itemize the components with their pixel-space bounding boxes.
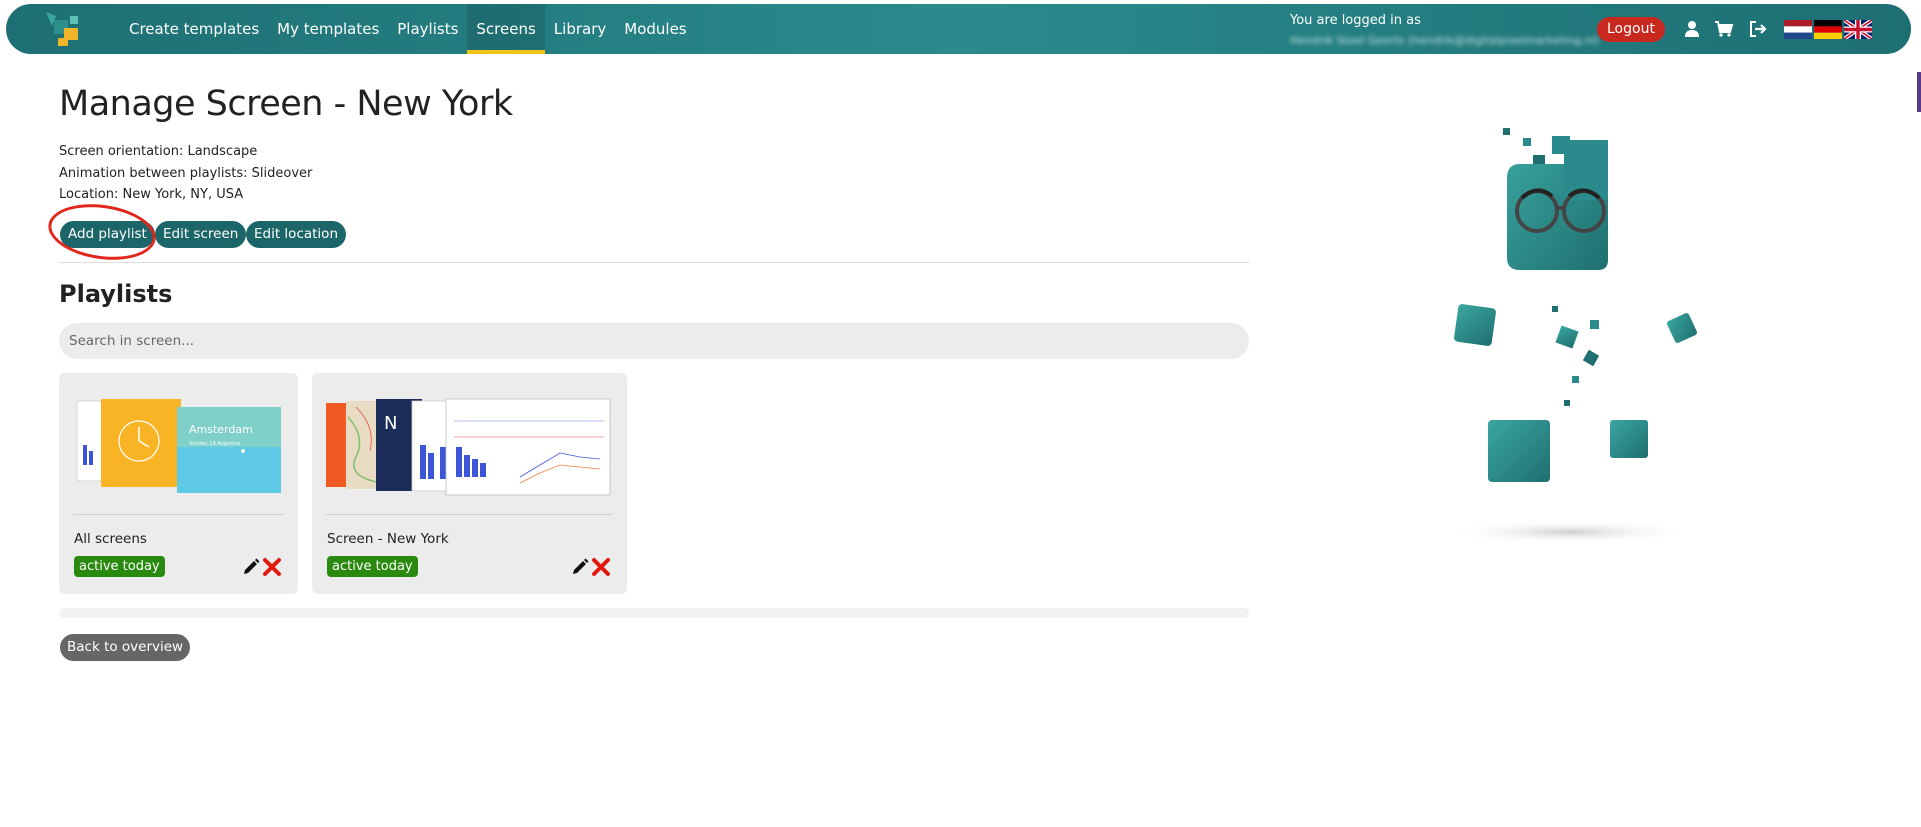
edit-location-button[interactable]: Edit location [246,221,346,248]
login-info: You are logged in as Hendrik Stoel Geert… [1290,13,1599,47]
playlist-thumbnail[interactable]: Amsterdam Sunday 19 Augustus [73,387,285,497]
screen-location: Location: New York, NY, USA [59,187,244,202]
playlists-heading: Playlists [59,280,173,308]
nav-modules[interactable]: Modules [615,4,695,54]
login-user: Hendrik Stoel Geerts (hendrik@digitalpix… [1290,34,1599,47]
cart-icon[interactable] [1714,19,1734,39]
flag-nl-icon[interactable] [1784,20,1812,39]
user-icon[interactable] [1682,19,1702,39]
nav-playlists[interactable]: Playlists [388,4,467,54]
card-separator [73,514,284,515]
back-to-overview-button[interactable]: Back to overview [60,634,191,661]
login-label: You are logged in as [1290,13,1421,28]
add-playlist-button[interactable]: Add playlist [60,221,155,248]
thumbnail-title: N [384,413,397,434]
playlist-name: All screens [74,531,147,547]
playlist-card-screen-new-york[interactable]: N Screen - New York active today [312,373,627,594]
sign-out-icon[interactable] [1748,19,1768,39]
bottom-divider-bar [59,608,1249,618]
thumbnail-subtitle: Sunday 19 Augustus [189,441,241,447]
edit-screen-button[interactable]: Edit screen [155,221,247,248]
nav-my-templates[interactable]: My templates [268,4,388,54]
flag-uk-icon[interactable] [1844,20,1872,39]
page-title: Manage Screen - New York [59,84,513,124]
search-input[interactable] [59,323,1249,359]
thumbnail-title: Amsterdam [189,423,253,436]
top-navbar: Create templates My templates Playlists … [6,4,1911,54]
side-edge-mark [1917,72,1921,112]
section-divider [59,262,1249,263]
main-nav: Create templates My templates Playlists … [120,4,696,54]
app-logo[interactable] [42,8,86,50]
status-badge: active today [327,556,418,577]
delete-cross-icon[interactable] [262,557,282,577]
nav-library[interactable]: Library [545,4,615,54]
edit-pencil-icon[interactable] [241,557,261,577]
edit-pencil-icon[interactable] [570,557,590,577]
nav-create-templates[interactable]: Create templates [120,4,268,54]
logout-button[interactable]: Logout [1597,17,1665,42]
flag-de-icon[interactable] [1814,20,1842,39]
playlist-card-all-screens[interactable]: Amsterdam Sunday 19 Augustus All screens… [59,373,298,594]
delete-cross-icon[interactable] [591,557,611,577]
mascot-illustration [1445,128,1697,544]
status-badge: active today [74,556,165,577]
playlist-thumbnail[interactable]: N [326,387,614,497]
nav-screens[interactable]: Screens [467,4,546,54]
screen-animation: Animation between playlists: Slideover [59,166,313,181]
screen-orientation: Screen orientation: Landscape [59,144,258,159]
card-separator [326,514,613,515]
playlist-name: Screen - New York [327,531,449,547]
